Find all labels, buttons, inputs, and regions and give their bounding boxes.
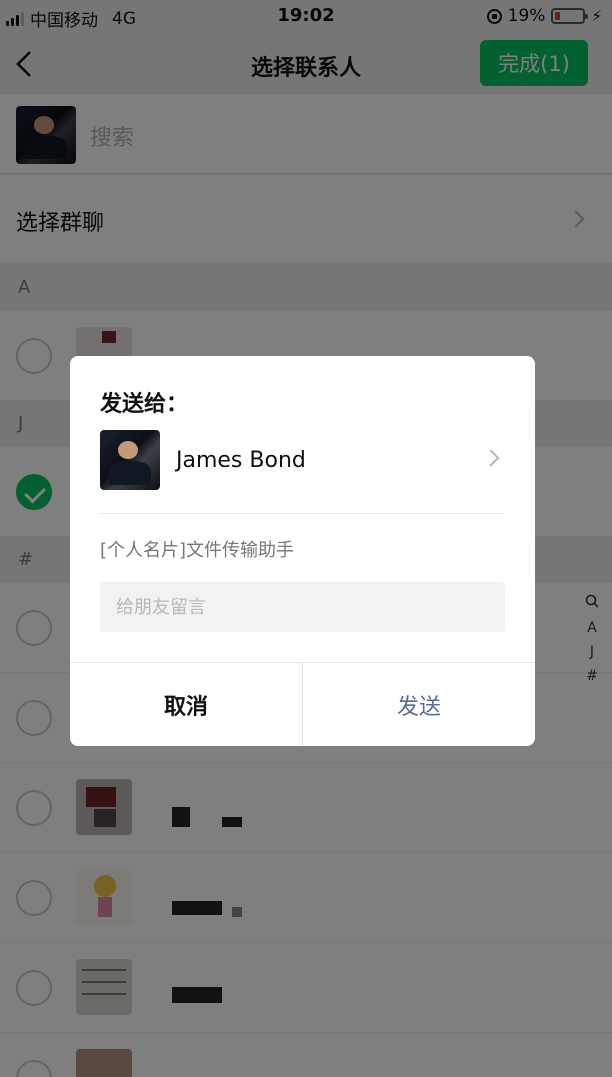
chevron-right-icon — [482, 449, 500, 467]
dialog-actions: 取消 发送 — [70, 662, 535, 746]
recipient-avatar — [100, 430, 160, 490]
cancel-button[interactable]: 取消 — [70, 663, 303, 746]
send-to-dialog: 发送给： James Bond [个人名片]文件传输助手 取消 发送 — [70, 356, 535, 746]
send-button[interactable]: 发送 — [303, 663, 535, 746]
dialog-title: 发送给： — [100, 392, 189, 417]
message-input[interactable] — [100, 582, 505, 632]
recipient-name: James Bond — [176, 448, 306, 473]
shared-content-description: [个人名片]文件传输助手 — [100, 540, 295, 561]
recipient-card[interactable]: James Bond — [100, 430, 505, 514]
